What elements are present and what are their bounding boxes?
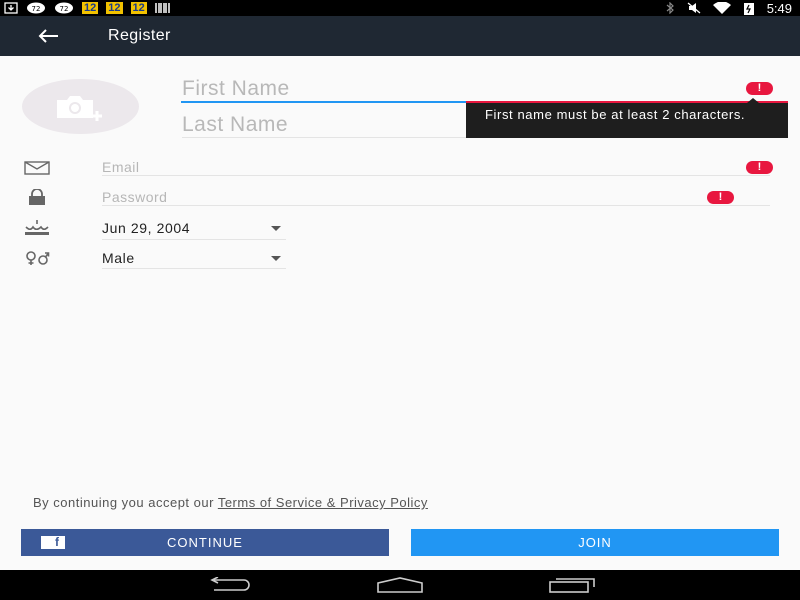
svg-text:72: 72	[32, 5, 41, 13]
terms-link[interactable]: Terms of Service & Privacy Policy	[218, 495, 428, 510]
nav-home-button[interactable]	[375, 575, 425, 595]
gender-select[interactable]: Male	[102, 247, 286, 269]
avatar-picker[interactable]	[22, 79, 139, 134]
birthdate-select[interactable]: Jun 29, 2004	[102, 217, 286, 239]
speedometer-icon-2: 72	[55, 2, 73, 14]
email-underline	[102, 175, 770, 176]
birthdate-underline	[102, 239, 286, 240]
nav-recents-button[interactable]	[547, 575, 597, 595]
nav-home-icon	[377, 577, 423, 593]
bluetooth-icon	[666, 2, 674, 14]
channel-badge: 12	[106, 2, 123, 14]
navigation-bar	[0, 570, 800, 600]
chevron-down-icon	[271, 256, 281, 261]
page-title: Register	[108, 27, 171, 44]
mute-icon	[687, 2, 701, 14]
first-name-input[interactable]	[182, 74, 770, 104]
first-name-error-icon[interactable]: !	[746, 82, 773, 95]
email-icon	[24, 160, 50, 176]
chevron-down-icon	[271, 226, 281, 231]
gender-underline	[102, 268, 286, 269]
nav-back-icon	[210, 577, 250, 591]
status-bar: 72 72 12 12 12 5:49	[0, 0, 800, 16]
channel-badge: 12	[82, 2, 99, 14]
terms-prefix: By continuing you accept our	[33, 495, 218, 510]
error-tooltip: First name must be at least 2 characters…	[466, 103, 788, 138]
speedometer-icon: 72	[27, 2, 45, 14]
download-icon	[4, 2, 18, 14]
birthdate-value: Jun 29, 2004	[102, 220, 191, 236]
lock-icon	[24, 189, 50, 205]
camera-add-icon	[56, 95, 102, 121]
battery-icon	[743, 2, 754, 15]
password-underline	[102, 205, 770, 206]
nav-back-button[interactable]	[204, 575, 254, 595]
cake-icon	[24, 219, 50, 235]
join-label: JOIN	[578, 535, 612, 550]
wifi-icon	[712, 2, 731, 14]
facebook-icon: f	[41, 536, 65, 549]
gender-icon	[24, 250, 50, 266]
toolbar: Register	[0, 16, 800, 56]
clock: 5:49	[766, 0, 792, 16]
back-arrow-icon	[38, 29, 58, 43]
status-notifications: 72 72 12 12 12	[4, 1, 171, 15]
terms-text: By continuing you accept our Terms of Se…	[33, 495, 428, 510]
email-error-icon[interactable]: !	[746, 161, 773, 174]
gender-value: Male	[102, 250, 135, 266]
channel-badge: 12	[130, 2, 147, 14]
status-system: 5:49	[665, 0, 792, 16]
first-name-underline	[181, 101, 467, 103]
barcode-icon	[155, 3, 170, 13]
facebook-continue-button[interactable]: f CONTINUE	[21, 529, 389, 556]
continue-label: CONTINUE	[167, 535, 243, 550]
svg-text:72: 72	[60, 5, 69, 13]
join-button[interactable]: JOIN	[411, 529, 779, 556]
nav-recents-icon	[549, 578, 595, 593]
back-button[interactable]	[30, 24, 66, 48]
password-error-icon[interactable]: !	[707, 191, 734, 204]
